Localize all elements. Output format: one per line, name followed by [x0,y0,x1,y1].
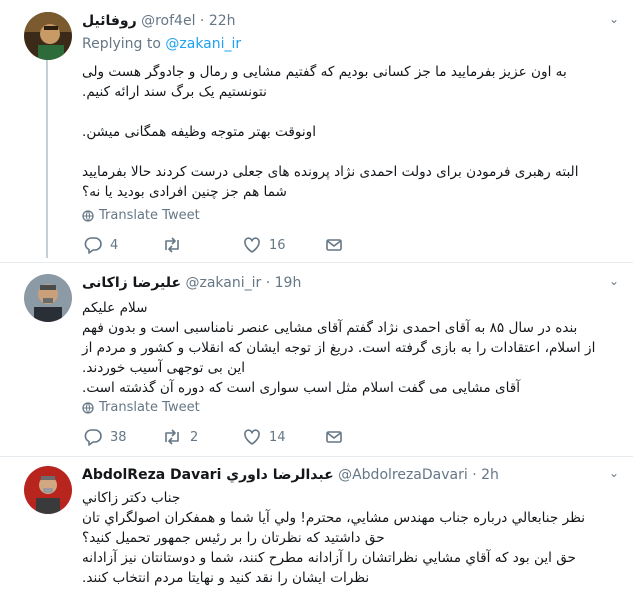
display-name[interactable]: روفائیل [82,13,137,29]
reply-button[interactable]: 4 [84,236,118,254]
tweet-line: شما هم جز چنین افرادی بودید یا نه؟ [82,184,287,200]
retweet-icon [165,429,179,445]
tweet-line: این بی توجهی آسیب خوردند. [82,360,246,376]
chevron-down-icon[interactable]: ⌄ [609,274,619,288]
user-handle[interactable]: @zakani_ir [186,275,262,291]
avatar[interactable] [24,12,72,60]
display-name[interactable]: علیرضا زاکانی [82,275,181,291]
replying-label: Replying to [82,36,161,52]
separator-dot: · [199,13,205,29]
tweet-line: جناب دكتر زاكاني [82,490,181,506]
replying-to: Replying to @zakani_ir [82,36,241,52]
timestamp[interactable]: 2h [481,467,499,483]
tweet-line: به اون عزیز بفرمایید ما جز کسانی بودیم ک… [82,64,567,80]
translate-tweet[interactable]: Translate Tweet [82,208,200,223]
timestamp[interactable]: 22h [209,13,236,29]
like-button[interactable]: 16 [243,236,286,254]
tweet-line: نظرات ايشان را نقد كنيد و نهايتا مردم ان… [82,570,370,586]
avatar[interactable] [24,274,72,322]
heart-icon [244,429,260,445]
user-handle[interactable]: @rof4el [141,13,195,29]
tweet-divider [0,456,633,457]
chevron-down-icon[interactable]: ⌄ [609,12,619,26]
like-button[interactable]: 14 [243,428,286,446]
retweet-icon [165,237,179,253]
tweet-text: به اون عزیز بفرمایید ما جز کسانی بودیم ک… [82,62,609,202]
reply-count: 38 [110,429,127,445]
tweet-line: البته رهبری فرمودن برای دولت احمدی نژاد … [82,164,579,180]
separator-dot: · [472,467,477,483]
action-bar: 4 16 [82,236,362,258]
display-name[interactable]: AbdolReza Davari عبدالرضا داوري [82,467,334,483]
tweet-line: اونوقت بهتر متوجه وظیفه همگانی میشن. [82,124,316,140]
retweet-count: 2 [190,429,199,445]
avatar[interactable] [24,466,72,514]
thread-line [46,60,48,258]
reply-icon [84,237,102,254]
tweet-line: حق اين بود كه آقاي مشايي نظراتشان را آزا… [82,550,576,566]
reply-button[interactable]: 38 [84,428,127,446]
tweet-line: حق داشتيد كه نظرتان را بر رئيس جمهور تحم… [82,530,385,546]
reply-count: 4 [110,237,119,253]
direct-message-button[interactable] [325,428,343,446]
tweet-line: از اسلام، اعتقادات را به بازی گرفته است.… [82,340,596,356]
like-count: 14 [269,429,286,445]
timestamp[interactable]: 19h [275,275,302,291]
tweet-divider [0,262,633,263]
globe-icon [82,209,94,222]
separator-dot: · [265,275,271,291]
envelope-icon [326,431,342,443]
reply-icon [84,429,102,446]
tweet-text: سلام علیکم بنده در سال ۸۵ به آقای احمدی … [82,298,609,398]
translate-label: Translate Tweet [99,400,200,415]
retweet-button[interactable]: 2 [162,428,198,446]
envelope-icon [326,239,342,251]
heart-icon [244,237,260,253]
translate-label: Translate Tweet [99,208,200,223]
translate-tweet[interactable]: Translate Tweet [82,400,200,415]
tweet-line: نظر جنابعالي درباره جناب مهندس مشايي، مح… [82,510,586,526]
like-count: 16 [269,237,286,253]
chevron-down-icon[interactable]: ⌄ [609,466,619,480]
tweet-text: جناب دكتر زاكاني نظر جنابعالي درباره جنا… [82,488,609,588]
tweet-line: بنده در سال ۸۵ به آقای احمدی نژاد گفتم آ… [82,320,578,336]
globe-icon [82,401,94,414]
tweet-line: سلام علیکم [82,300,148,316]
direct-message-button[interactable] [325,236,343,254]
retweet-button[interactable] [162,236,190,254]
tweet-line: نتونستیم یک برگ سند ارائه کنیم. [82,84,267,100]
action-bar: 38 2 14 [82,428,362,450]
mention-link[interactable]: @zakani_ir [165,36,241,52]
tweet-line: آقای مشایی می گفت اسلام مثل اسب سواری اس… [82,380,521,396]
user-handle[interactable]: @AbdolrezaDavari [338,467,468,483]
